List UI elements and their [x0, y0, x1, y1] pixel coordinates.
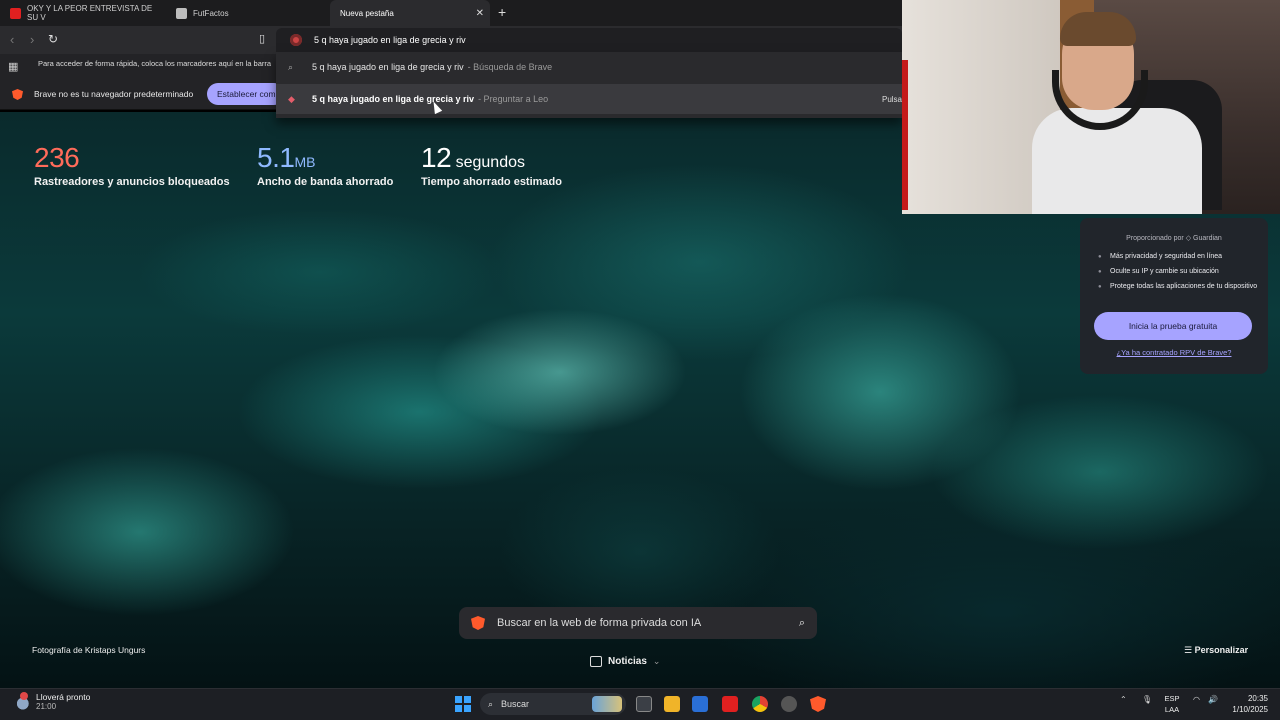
news-label: Noticias: [608, 655, 647, 667]
address-bar[interactable]: [276, 28, 902, 52]
stat-label: Tiempo ahorrado estimado: [421, 176, 562, 188]
photo-credit[interactable]: Fotografía de Kristaps Ungurs: [32, 645, 145, 655]
suggestion-source: - Búsqueda de Brave: [467, 62, 553, 72]
chevron-down-icon: ⌄: [652, 655, 661, 666]
suggestion-query: 5 q haya jugado en liga de grecia y riv: [312, 62, 464, 72]
vpn-feature: Oculte su IP y cambie su ubicación: [1098, 267, 1258, 277]
search-icon[interactable]: ⌕: [799, 617, 805, 630]
tab-youtube[interactable]: OKY Y LA PEOR ENTREVISTA DE SU V: [0, 0, 164, 26]
clock-time: 20:35: [1247, 694, 1268, 703]
chrome-icon[interactable]: [752, 696, 768, 712]
language-code: ESP: [1164, 694, 1180, 703]
already-subscribed-link[interactable]: ¿Ya ha contratado RPV de Brave?: [1080, 348, 1268, 357]
vpn-feature: Protege todas las aplicaciones de tu dis…: [1098, 282, 1258, 292]
weather-icon: [12, 691, 30, 710]
start-button[interactable]: [455, 696, 471, 712]
clock-date: 1/10/2025: [1232, 705, 1268, 714]
news-toggle[interactable]: Noticias ⌄: [590, 650, 686, 672]
webcam-person-hair: [1060, 12, 1136, 46]
search-icon: ⌕: [488, 698, 494, 709]
search-icon: ⌕: [288, 61, 294, 72]
apps-grid-icon[interactable]: ▦: [8, 60, 18, 73]
file-explorer-icon[interactable]: [664, 696, 680, 712]
search-highlight-image: [592, 696, 622, 712]
chevron-up-icon[interactable]: ⌃: [1120, 695, 1127, 704]
tab-futfactos[interactable]: FutFactos: [166, 0, 330, 26]
suggestion-query: 5 q haya jugado en liga de grecia y riv: [312, 94, 475, 104]
vpn-powered-by: Proporcionado por ◇ Guardian: [1126, 235, 1222, 242]
close-icon[interactable]: ✕: [476, 8, 484, 19]
suggestion-leo[interactable]: ◆ 5 q haya jugado en liga de grecia y ri…: [276, 84, 902, 114]
tab-title: OKY Y LA PEOR ENTREVISTA DE SU V: [27, 4, 153, 22]
system-clock[interactable]: 20:35 1/10/2025: [1226, 693, 1268, 715]
stat-unit: segundos: [455, 154, 525, 171]
customize-button[interactable]: ☰ Personalizar: [1184, 645, 1248, 656]
webcam-red-strip: [902, 60, 908, 210]
store-icon[interactable]: [692, 696, 708, 712]
infobar-message: Brave no es tu navegador predeterminado: [34, 89, 194, 99]
weather-time: 21:00: [36, 702, 57, 711]
task-view-icon[interactable]: [636, 696, 652, 712]
stat-label: Rastreadores y anuncios bloqueados: [34, 176, 230, 188]
weather-title: Lloverá pronto: [36, 692, 91, 702]
suggestion-search[interactable]: ⌕ 5 q haya jugado en liga de grecia y ri…: [276, 52, 902, 82]
youtube-icon: [10, 7, 21, 19]
stat-label: Ancho de banda ahorrado: [257, 176, 394, 188]
suggestion-source: - Preguntar a Leo: [478, 94, 549, 104]
stat-bandwidth-saved: 5.1MB Ancho de banda ahorrado: [257, 142, 393, 188]
wifi-icon[interactable]: ◠: [1193, 695, 1200, 704]
start-tile: [455, 696, 462, 703]
start-tile: [464, 705, 471, 712]
start-tile: [464, 696, 471, 703]
omnibox-suggestions: ⌕ 5 q haya jugado en liga de grecia y ri…: [276, 52, 902, 118]
suggestion-hint: Pulsa: [881, 94, 902, 104]
back-icon[interactable]: ‹: [10, 32, 14, 47]
microphone-icon[interactable]: 🎙: [1142, 695, 1152, 704]
set-default-button[interactable]: Establecer como predeterminado: [207, 83, 285, 105]
page-icon: [176, 7, 187, 19]
brave-logo-icon: [471, 616, 485, 630]
taskbar-search[interactable]: ⌕ Buscar: [480, 693, 626, 715]
taskbar-search-label: Buscar: [501, 699, 530, 709]
leo-icon: ◆: [288, 93, 295, 104]
stat-trackers-blocked: 236 Rastreadores y anuncios bloqueados: [34, 142, 230, 188]
vpn-features: Más privacidad y seguridad en línea Ocul…: [1098, 252, 1258, 297]
start-tile: [455, 705, 462, 712]
stat-value: 5.1: [257, 142, 295, 173]
brave-logo-icon: [12, 89, 23, 100]
news-icon: [590, 655, 602, 667]
brave-shield-icon[interactable]: [290, 34, 302, 46]
new-tab-button[interactable]: +: [498, 4, 506, 20]
reload-icon[interactable]: ↻: [48, 32, 58, 46]
tab-strip: OKY Y LA PEOR ENTREVISTA DE SU V FutFact…: [0, 0, 902, 26]
stat-value: 12: [421, 142, 452, 173]
vpn-promo-card: Proporcionado por ◇ Guardian Más privaci…: [1080, 218, 1268, 374]
ai-search-input[interactable]: [497, 617, 777, 629]
bookmarks-hint: Para acceder de forma rápida, coloca los…: [38, 59, 272, 68]
tab-title: Nueva pestaña: [340, 8, 394, 18]
keyboard-layout: LAA: [1164, 705, 1180, 714]
language-indicator[interactable]: ESP LAA: [1160, 693, 1184, 715]
youtube-icon[interactable]: [722, 696, 738, 712]
forward-icon[interactable]: ›: [30, 32, 34, 47]
tab-new-tab[interactable]: Nueva pestaña ✕: [330, 0, 490, 26]
stat-unit: MB: [294, 154, 316, 170]
webcam-overlay: [902, 0, 1280, 214]
ai-search-box[interactable]: ⌕: [459, 607, 817, 639]
obs-icon[interactable]: [781, 696, 797, 712]
volume-icon[interactable]: 🔊: [1208, 695, 1218, 704]
bookmark-icon[interactable]: ▯: [259, 32, 265, 45]
vpn-feature: Más privacidad y seguridad en línea: [1098, 252, 1258, 262]
stat-time-saved: 12 segundos Tiempo ahorrado estimado: [421, 142, 562, 188]
weather-widget[interactable]: Lloverá pronto 21:00: [12, 691, 91, 711]
address-input[interactable]: [314, 35, 714, 45]
start-trial-button[interactable]: Inicia la prueba gratuita: [1094, 312, 1252, 340]
stat-value: 236: [34, 142, 80, 173]
tab-title: FutFactos: [193, 8, 229, 18]
